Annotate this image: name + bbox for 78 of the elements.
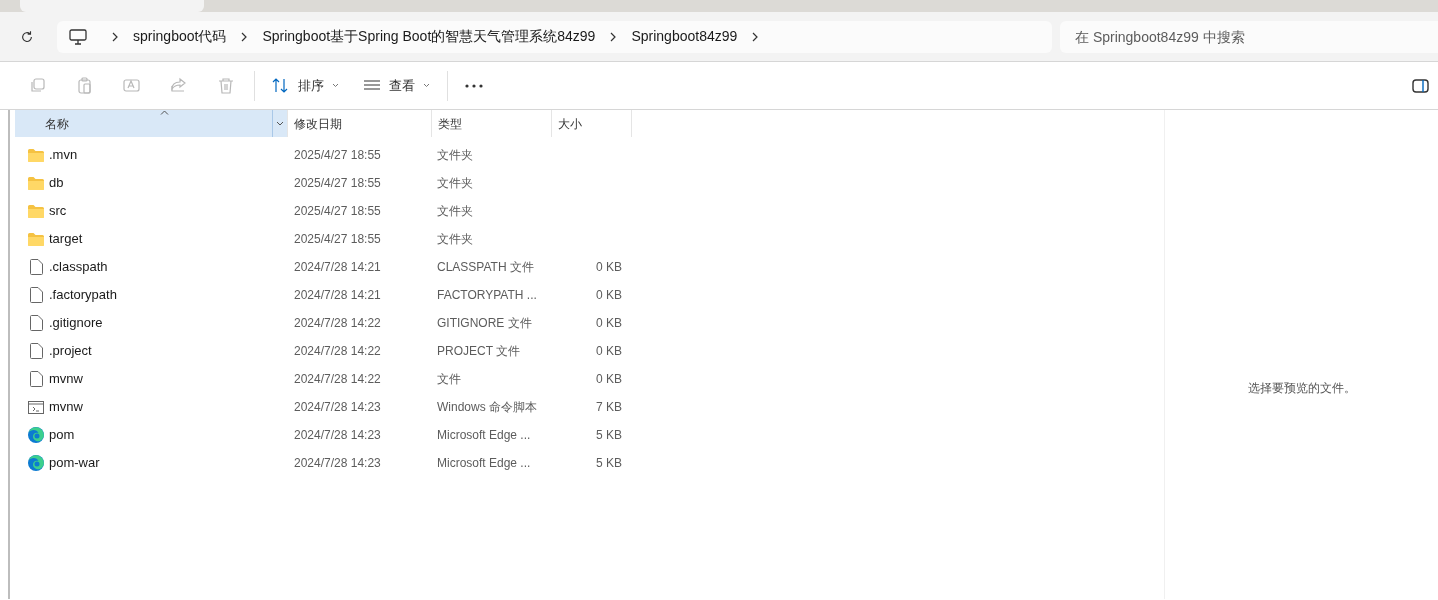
type-cell: Microsoft Edge ...	[437, 456, 531, 470]
details-pane-icon[interactable]	[1412, 79, 1429, 93]
address-bar[interactable]: springboot代码 Springboot基于Spring Boot的智慧天气管理系统84z99 Springboot84z99	[57, 20, 1052, 53]
file-icon	[29, 315, 43, 331]
date-cell: 2024/7/28 14:23	[294, 428, 381, 442]
folder-icon	[28, 232, 44, 246]
chevron-icon[interactable]	[240, 31, 249, 42]
date-cell: 2024/7/28 14:21	[294, 260, 381, 274]
type-cell: 文件夹	[437, 204, 473, 218]
column-header[interactable]: 名称	[15, 110, 287, 137]
type-cell: GITIGNORE 文件	[437, 316, 532, 330]
date-cell: 2025/4/27 18:55	[294, 204, 381, 218]
column-header[interactable]: 修改日期	[287, 110, 431, 137]
date-cell: 2024/7/28 14:22	[294, 344, 381, 358]
date-cell: 2025/4/27 18:55	[294, 232, 381, 246]
type-cell: 文件	[437, 372, 461, 386]
size-cell: 0 KB	[596, 372, 622, 386]
script-file-icon	[28, 400, 44, 414]
edge-icon	[28, 427, 44, 443]
view-button[interactable]: 查看	[351, 69, 442, 102]
search-field[interactable]: 在 Springboot84z99 中搜索	[1060, 20, 1438, 53]
type-cell: 文件夹	[437, 176, 473, 190]
file-name[interactable]: .factorypath	[49, 285, 117, 305]
breadcrumb-item[interactable]: Springboot84z99	[631, 26, 738, 47]
type-cell: Microsoft Edge ...	[437, 428, 531, 442]
date-cell: 2025/4/27 18:55	[294, 176, 381, 190]
size-cell: 5 KB	[596, 456, 622, 470]
refresh-icon[interactable]	[20, 29, 34, 44]
file-name[interactable]: mvnw	[49, 369, 83, 389]
caret-icon	[332, 83, 339, 88]
file-name[interactable]: src	[49, 201, 67, 221]
breadcrumb-item[interactable]: springboot代码	[133, 26, 227, 47]
type-cell: 文件夹	[437, 148, 473, 162]
type-cell: PROJECT 文件	[437, 344, 521, 358]
size-cell: 7 KB	[596, 400, 622, 414]
sort-button[interactable]: 排序	[260, 69, 351, 102]
file-icon	[29, 259, 43, 275]
chevron-icon[interactable]	[111, 31, 119, 42]
date-cell: 2025/4/27 18:55	[294, 148, 381, 162]
file-icon	[29, 343, 43, 359]
date-cell: 2024/7/28 14:23	[294, 400, 381, 414]
sort-icon	[272, 77, 290, 94]
size-cell: 0 KB	[596, 316, 622, 330]
file-name[interactable]: mvnw	[49, 397, 83, 417]
computer-icon	[69, 28, 87, 45]
folder-icon	[28, 176, 44, 190]
file-name[interactable]: .classpath	[49, 257, 108, 277]
file-name[interactable]: pom-war	[49, 453, 100, 473]
size-cell: 0 KB	[596, 344, 622, 358]
folder-icon	[28, 148, 44, 162]
type-cell: Windows 命令脚本	[437, 400, 537, 414]
column-header[interactable]: 类型	[431, 110, 551, 137]
caret-icon	[423, 83, 430, 88]
size-cell: 0 KB	[596, 260, 622, 274]
breadcrumb-item[interactable]: Springboot基于Spring Boot的智慧天气管理系统84z99	[262, 26, 596, 47]
file-name[interactable]: pom	[49, 425, 75, 445]
preview-message: 选择要预览的文件。	[1247, 380, 1356, 397]
type-cell: FACTORYPATH ...	[437, 288, 537, 302]
chevron-icon[interactable]	[609, 31, 618, 42]
date-cell: 2024/7/28 14:21	[294, 288, 381, 302]
edge-icon	[28, 455, 44, 471]
caret-icon	[276, 121, 284, 126]
type-cell: 文件夹	[437, 232, 473, 246]
file-name[interactable]: .mvn	[49, 145, 78, 165]
file-name[interactable]: db	[49, 173, 64, 193]
file-icon	[29, 287, 43, 303]
size-cell: 5 KB	[596, 428, 622, 442]
date-cell: 2024/7/28 14:23	[294, 456, 381, 470]
file-name[interactable]: target	[49, 229, 83, 249]
file-name[interactable]: .gitignore	[49, 313, 103, 333]
chevron-icon[interactable]	[751, 31, 760, 42]
date-cell: 2024/7/28 14:22	[294, 316, 381, 330]
file-name[interactable]: .project	[49, 341, 92, 361]
date-cell: 2024/7/28 14:22	[294, 372, 381, 386]
folder-icon	[28, 204, 44, 218]
file-icon	[29, 371, 43, 387]
size-cell: 0 KB	[596, 288, 622, 302]
type-cell: CLASSPATH 文件	[437, 260, 534, 274]
